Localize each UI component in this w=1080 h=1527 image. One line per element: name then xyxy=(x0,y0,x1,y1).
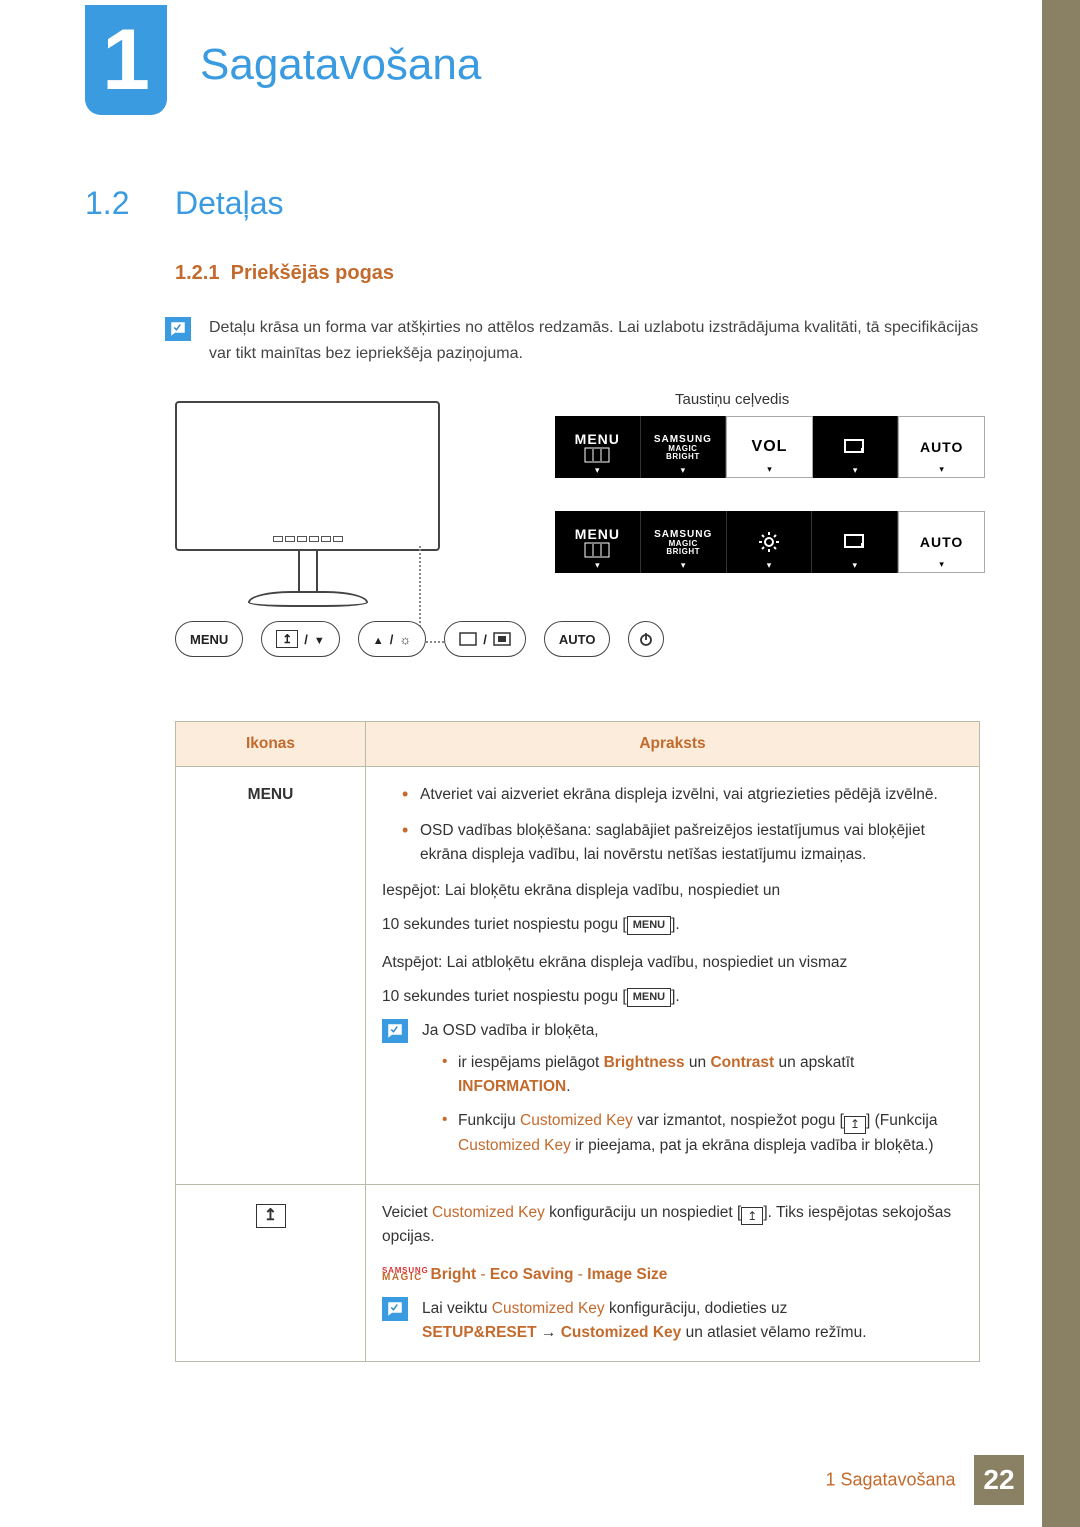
customkey-icon: ↥ xyxy=(276,630,298,648)
osd-bar-1: MENU▾ SAMSUNGMAGICBRIGHT▾ VOL▾ ▾ AUTO▾ xyxy=(555,416,985,478)
samsung-magic-label: SAMSUNGMAGIC xyxy=(382,1268,429,1282)
note-icon xyxy=(382,1297,408,1321)
buttons-table: Ikonas Apraksts MENU Atveriet vai aizver… xyxy=(175,721,980,1362)
menu-chip: MENU xyxy=(627,916,671,935)
chapter-title: Sagatavošana xyxy=(200,40,481,90)
osd-auto-label: AUTO xyxy=(920,534,963,550)
customkey-options: SAMSUNGMAGICBright - Eco Saving - Image … xyxy=(382,1263,963,1287)
col-desc-header: Apraksts xyxy=(366,722,980,767)
osd-menu-label: MENU xyxy=(575,526,620,542)
list-item: Atveriet vai aizveriet ekrāna displeja i… xyxy=(402,783,963,807)
section-title: Detaļas xyxy=(175,185,284,221)
note-icon xyxy=(165,317,191,341)
side-stripe xyxy=(1042,0,1080,1527)
customkey-down-button: ↥/ xyxy=(261,621,340,657)
customkey-icon: ↥ xyxy=(844,1116,866,1134)
footer-chapter-label: 1 Sagatavošana xyxy=(825,1470,955,1490)
subsection-number: 1.2.1 xyxy=(175,262,219,284)
brightness-icon: ☼ xyxy=(399,632,411,647)
power-icon xyxy=(638,631,654,647)
subsection-title: Priekšējās pogas xyxy=(231,262,394,284)
intro-note-text: Detaļu krāsa un forma var atšķirties no … xyxy=(209,315,985,366)
chapter-tab: 1 xyxy=(85,5,167,115)
hold-text: 10 sekundes turiet nospiestu pogu [MENU]… xyxy=(382,985,963,1009)
list-item: OSD vadības bloķēšana: saglabājiet pašre… xyxy=(402,819,963,867)
subsection-heading: 1.2.1 Priekšējās pogas xyxy=(175,262,985,285)
disable-text: Atspējot: Lai atbloķētu ekrāna displeja … xyxy=(382,951,963,975)
menu-chip: MENU xyxy=(627,988,671,1007)
list-item: Funkciju Customized Key var izmantot, no… xyxy=(442,1109,963,1157)
osd-magic-bright-label: MAGICBRIGHT xyxy=(666,540,700,556)
up-brightness-button: /☼ xyxy=(358,621,426,657)
hold-text: 10 sekundes turiet nospiestu pogu [MENU]… xyxy=(382,913,963,937)
desc-cell-customkey: Veiciet Customized Key konfigurāciju un … xyxy=(366,1184,980,1361)
physical-buttons-row: MENU ↥/ /☼ / AUTO xyxy=(175,621,664,657)
customkey-icon: ↥ xyxy=(741,1207,763,1225)
note-icon xyxy=(382,1019,408,1043)
page-number: 22 xyxy=(974,1455,1024,1505)
table-row: ↥ Veiciet Customized Key konfigurāciju u… xyxy=(176,1184,980,1361)
icon-cell-customkey: ↥ xyxy=(176,1184,366,1361)
source-icon xyxy=(459,632,477,646)
nested-note-lead: Ja OSD vadība ir bloķēta, xyxy=(422,1019,963,1043)
monitor-illustration xyxy=(175,401,440,607)
auto-button: AUTO xyxy=(544,621,611,657)
return-icon xyxy=(842,437,868,457)
customkey-note: Lai veiktu Customized Key konfigurāciju,… xyxy=(422,1297,867,1345)
brightness-icon xyxy=(758,531,780,553)
customkey-icon: ↥ xyxy=(256,1204,286,1228)
desc-cell-menu: Atveriet vai aizveriet ekrāna displeja i… xyxy=(366,767,980,1184)
col-icons-header: Ikonas xyxy=(176,722,366,767)
osd-auto-label: AUTO xyxy=(920,439,963,455)
menu-button: MENU xyxy=(175,621,243,657)
key-guide-label: Taustiņu ceļvedis xyxy=(675,391,789,408)
section-heading: 1.2Detaļas xyxy=(85,185,985,222)
section-number: 1.2 xyxy=(85,185,175,222)
osd-menu-label: MENU xyxy=(575,431,620,447)
icon-cell-menu: MENU xyxy=(176,767,366,1184)
page-footer: 1 Sagatavošana 22 xyxy=(0,1455,1042,1505)
osd-vol-label: VOL xyxy=(752,438,788,456)
osd-magic-bright-label: MAGICBRIGHT xyxy=(666,445,700,461)
chapter-number: 1 xyxy=(102,11,150,110)
power-button xyxy=(628,621,664,657)
table-row: MENU Atveriet vai aizveriet ekrāna displ… xyxy=(176,767,980,1184)
enable-text: Iespējot: Lai bloķētu ekrāna displeja va… xyxy=(382,879,963,903)
source-enter-button: / xyxy=(444,621,526,657)
customkey-desc: Veiciet Customized Key konfigurāciju un … xyxy=(382,1201,963,1249)
diagram-area: Taustiņu ceļvedis MENU▾ SAMSUNGMAGICBRIG… xyxy=(175,391,985,681)
list-item: ir iespējams pielāgot Brightness un Cont… xyxy=(442,1051,963,1099)
enter-icon xyxy=(493,632,511,646)
return-icon xyxy=(842,532,868,552)
osd-bar-2: MENU▾ SAMSUNGMAGICBRIGHT▾ ▾ ▾ AUTO▾ xyxy=(555,511,985,573)
